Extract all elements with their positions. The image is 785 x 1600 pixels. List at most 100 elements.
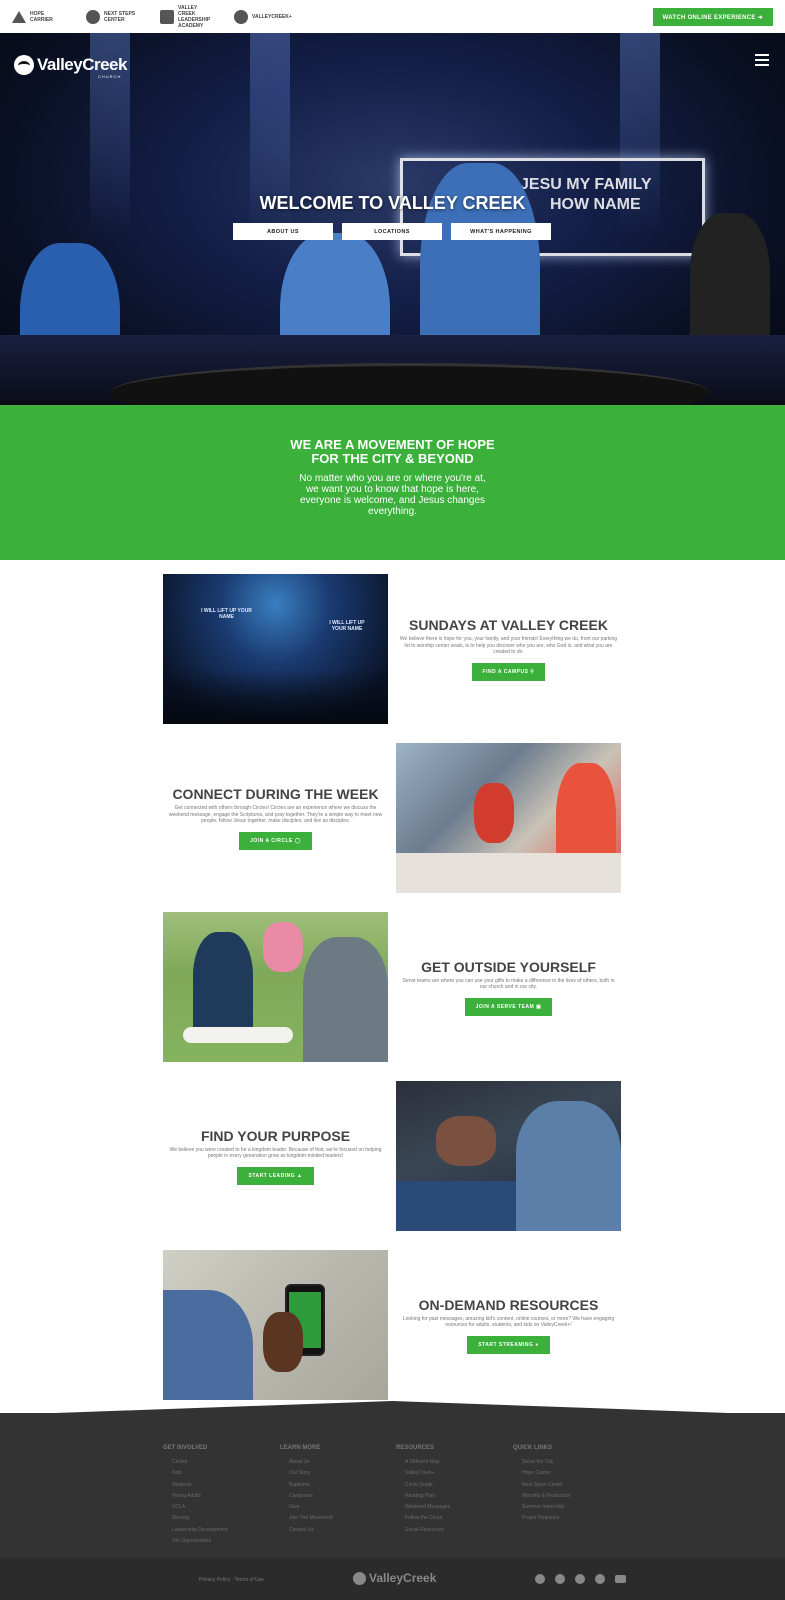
footer-link[interactable]: About Us xyxy=(280,1457,390,1468)
brand-label: Next Steps Center xyxy=(104,10,136,23)
mission-body: No matter who you are or where you're at… xyxy=(299,473,486,517)
feature-connect: Connect During the Week Get connected wi… xyxy=(163,743,621,893)
hero-banner: JESU MY FAMILY HOW NAME ValleyCreek CHUR… xyxy=(0,33,785,405)
site-logo[interactable]: ValleyCreek CHURCH xyxy=(14,55,127,79)
feature-text: On-Demand Resources Looking for past mes… xyxy=(396,1250,621,1400)
footer-link[interactable]: Campuses xyxy=(280,1491,390,1502)
youtube-icon[interactable] xyxy=(615,1575,626,1583)
feature-sundays: I WILL LIFT UP YOUR NAME I WILL LIFT UP … xyxy=(163,574,621,724)
footer-link[interactable]: Contact Us xyxy=(280,1525,390,1536)
worship-photo: I WILL LIFT UP YOUR NAME I WILL LIFT UP … xyxy=(163,574,388,724)
logo-icon xyxy=(353,1571,366,1585)
brand-label: Valley Creek Leadership Academy xyxy=(178,4,211,29)
logo-subtext: CHURCH xyxy=(98,74,122,79)
feature-title: Find Your Purpose xyxy=(200,1127,351,1144)
watch-online-button[interactable]: Watch Online Experience ➜ xyxy=(652,8,773,26)
footer-link[interactable]: Prayer Requests xyxy=(513,1513,623,1524)
footer-link[interactable]: Join The Movement xyxy=(280,1513,390,1524)
footer-link[interactable]: Leadership Development xyxy=(163,1525,273,1536)
footer-link[interactable]: A Different Way xyxy=(396,1457,506,1468)
footer-logo[interactable]: ValleyCreek xyxy=(353,1571,436,1585)
serve-photo xyxy=(163,912,388,1062)
join-serve-team-button[interactable]: Join a Serve Team ▣ xyxy=(464,997,553,1016)
feature-text: Connect During the Week Get connected wi… xyxy=(163,743,388,893)
find-campus-button[interactable]: Find a Campus ⚲ xyxy=(471,662,546,681)
footer-bottom-bar: Privacy Policy · Terms of Use ValleyCree… xyxy=(0,1558,785,1600)
footer-link[interactable]: Follow the Cloud xyxy=(396,1513,506,1524)
leadership-photo xyxy=(396,1081,621,1231)
footer-link[interactable]: Circles xyxy=(163,1457,273,1468)
feature-body: Serve teams are where you can use your g… xyxy=(402,977,615,991)
footer-column-learn-more: Learn More About Us Our Story Baptisms C… xyxy=(280,1445,390,1536)
facebook-icon[interactable] xyxy=(535,1574,545,1584)
feature-body: Get connected with others through Circle… xyxy=(168,805,383,825)
social-links xyxy=(535,1574,626,1584)
brand-hope-carrier[interactable]: Hope Carrier xyxy=(12,10,68,23)
phone-icon[interactable] xyxy=(595,1574,605,1584)
feature-text: Sundays at Valley Creek We believe there… xyxy=(396,574,621,724)
brand-valleycreek-plus[interactable]: ValleyCreek+ xyxy=(234,9,292,24)
footer-link[interactable]: Kids xyxy=(163,1468,273,1479)
feature-purpose: Find Your Purpose We believe you were cr… xyxy=(163,1081,621,1231)
brand-leadership-academy[interactable]: Valley Creek Leadership Academy xyxy=(160,5,216,29)
leadership-academy-icon xyxy=(160,9,174,24)
brand-label: Hope Carrier xyxy=(30,10,53,23)
whats-happening-button[interactable]: What's Happening xyxy=(451,223,551,240)
mission-section: We are a movement of hope for the city &… xyxy=(0,405,785,560)
footer-column-get-involved: Get Involved Circles Kids Students Young… xyxy=(163,1445,273,1547)
legal-links[interactable]: Privacy Policy · Terms of Use xyxy=(199,1577,264,1583)
feature-title: Get Outside Yourself xyxy=(421,958,596,975)
footer-link[interactable]: Reading Plan xyxy=(396,1491,506,1502)
footer-column-quick-links: Quick Links Serve the City Hope Carrier … xyxy=(513,1445,623,1525)
footer-link[interactable]: Serve the City xyxy=(513,1457,623,1468)
feature-body: We believe there is hope for you, your f… xyxy=(399,636,618,656)
footer-link[interactable]: ValleyCreek+ xyxy=(396,1468,506,1479)
footer-column-title: Quick Links xyxy=(513,1445,552,1451)
footer-link[interactable]: Give xyxy=(280,1502,390,1513)
footer-link[interactable]: Summer Internship xyxy=(513,1502,623,1513)
hope-carrier-icon xyxy=(12,10,26,23)
hamburger-menu-icon[interactable] xyxy=(755,54,769,66)
feature-body: We believe you were created to be a king… xyxy=(169,1146,382,1160)
locations-button[interactable]: Locations xyxy=(342,223,442,240)
footer-link[interactable]: Our Story xyxy=(280,1468,390,1479)
start-streaming-button[interactable]: Start Streaming ● xyxy=(467,1335,550,1354)
valleycreek-plus-icon xyxy=(234,9,248,24)
about-us-button[interactable]: About Us xyxy=(233,223,333,240)
site-footer: Get Involved Circles Kids Students Young… xyxy=(0,1413,785,1600)
logo-text: ValleyCreek xyxy=(37,55,127,74)
feature-text: Find Your Purpose We believe you were cr… xyxy=(163,1081,388,1231)
footer-link[interactable]: Students xyxy=(163,1480,273,1491)
start-leading-button[interactable]: Start Leading ▲ xyxy=(237,1166,314,1185)
logo-icon xyxy=(14,55,34,75)
chat-icon[interactable] xyxy=(575,1574,585,1584)
footer-link[interactable]: Next Steps Center xyxy=(513,1480,623,1491)
top-bar: Hope Carrier Next Steps Center Valley Cr… xyxy=(0,0,785,33)
brand-next-steps[interactable]: Next Steps Center xyxy=(86,9,142,24)
app-phone-photo xyxy=(163,1250,388,1400)
footer-link[interactable]: Weekend Messages xyxy=(396,1502,506,1513)
footer-column-title: Resources xyxy=(396,1445,435,1451)
feature-serve: Get Outside Yourself Serve teams are whe… xyxy=(163,912,621,1062)
footer-link[interactable]: Young Adults xyxy=(163,1491,273,1502)
footer-column-title: Get Involved xyxy=(163,1445,208,1451)
footer-link[interactable]: Worship & Production xyxy=(513,1491,623,1502)
footer-link[interactable]: Social Resources xyxy=(396,1525,506,1536)
logo-text: ValleyCreek xyxy=(369,1571,437,1585)
join-circle-button[interactable]: Join a Circle ◯ xyxy=(239,831,312,850)
instagram-icon[interactable] xyxy=(555,1574,565,1584)
footer-link[interactable]: Serving xyxy=(163,1513,273,1524)
mission-heading: We are a movement of hope for the city &… xyxy=(290,437,495,466)
footer-link[interactable]: Baptisms xyxy=(280,1480,390,1491)
feature-title: On-Demand Resources xyxy=(418,1296,599,1313)
footer-link[interactable]: Circle Guide xyxy=(396,1480,506,1491)
feature-body: Looking for past messages, amazing kid's… xyxy=(402,1315,615,1329)
footer-link[interactable]: VCLA xyxy=(163,1502,273,1513)
footer-link[interactable]: Hope Carrier xyxy=(513,1468,623,1479)
footer-link[interactable]: Job Opportunities xyxy=(163,1536,273,1547)
hero-title: Welcome to Valley Creek xyxy=(259,193,526,213)
brand-label: ValleyCreek+ xyxy=(252,13,292,20)
feature-resources: On-Demand Resources Looking for past mes… xyxy=(163,1250,621,1400)
footer-column-title: Learn More xyxy=(280,1445,321,1451)
circle-group-photo xyxy=(396,743,621,893)
